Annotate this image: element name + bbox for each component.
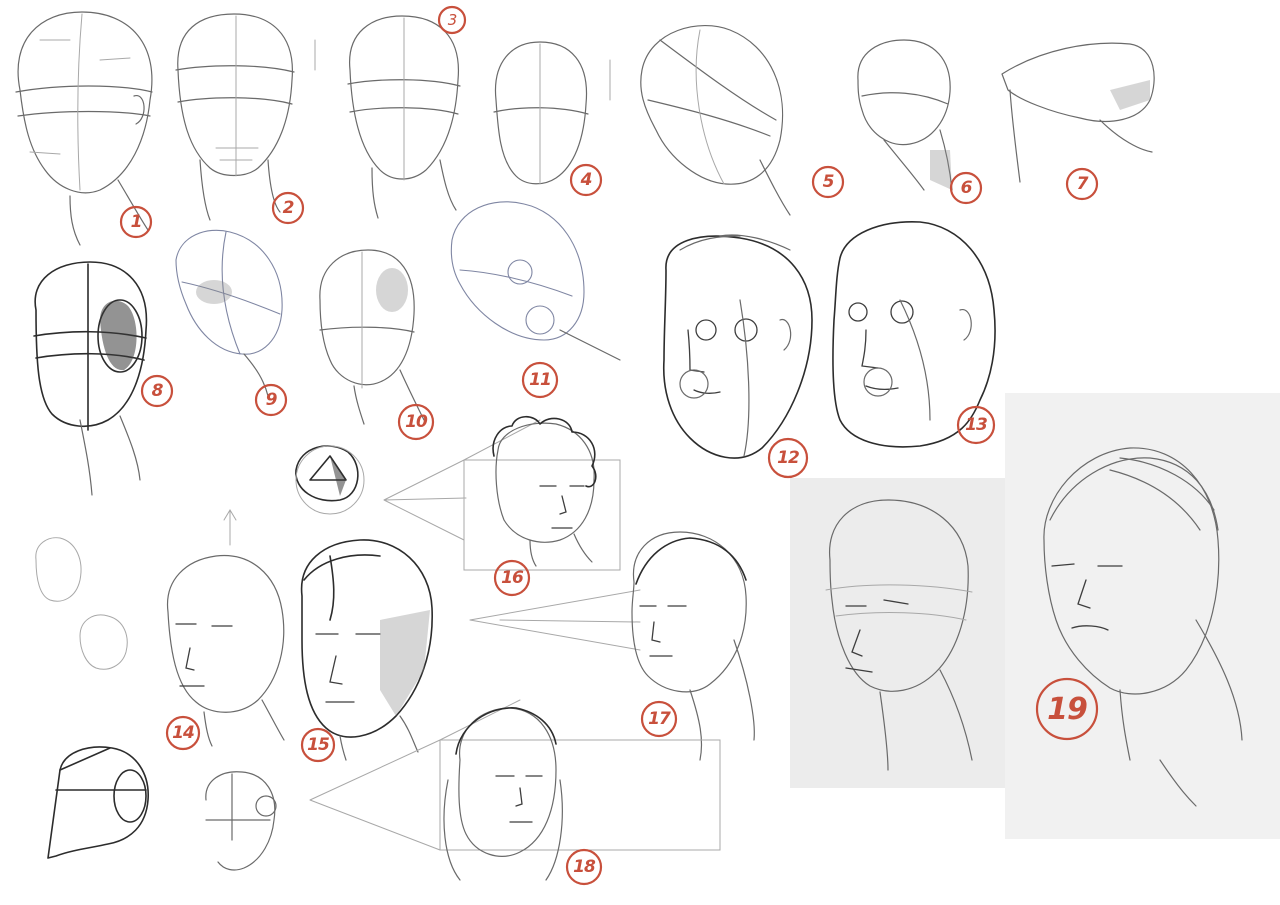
- badge-16: 16: [501, 568, 524, 588]
- badge-1: 1: [130, 212, 143, 232]
- badge-5: 5: [822, 172, 835, 192]
- sketch-head-10: [319, 249, 425, 425]
- sketch-head-11: [450, 201, 621, 361]
- sketch-head-6: [857, 39, 953, 191]
- sketch-head-3: [314, 15, 461, 219]
- badge-18: 18: [573, 857, 596, 877]
- sketch-head-photo-left: [825, 499, 973, 771]
- badge-11: 11: [529, 370, 552, 390]
- badge-6: 6: [960, 178, 973, 198]
- badge-15: 15: [307, 735, 330, 755]
- sketch-head-9: [175, 229, 283, 397]
- sketch-head-19: [1043, 447, 1243, 807]
- badge-9: 9: [265, 390, 278, 410]
- sketch-head-7: [1001, 42, 1155, 183]
- badge-19: 19: [1047, 691, 1088, 727]
- badge-rings: [119, 5, 1099, 886]
- sketch-sphere-study: [295, 445, 365, 515]
- sketch-block-heads: [47, 746, 277, 871]
- sketch-head-12: [662, 234, 813, 459]
- badge-12: 12: [777, 448, 800, 468]
- badge-14: 14: [172, 723, 195, 743]
- badge-2: 2: [282, 198, 295, 218]
- sketch-sheet: 1 2 3 4 5 6 7 8 9 10 11 12 13 14 15 16 1…: [0, 0, 1280, 905]
- sketch-head-5: [640, 24, 791, 216]
- sketch-faint-studies: [35, 537, 128, 670]
- badge-8: 8: [151, 381, 164, 401]
- badge-3: 3: [447, 11, 458, 29]
- sketch-head-8: [33, 261, 148, 496]
- badge-17: 17: [648, 709, 671, 729]
- sketch-head-14: [166, 509, 285, 747]
- badge-4: 4: [580, 170, 593, 190]
- badge-10: 10: [405, 412, 428, 432]
- badge-13: 13: [965, 415, 988, 435]
- badge-7: 7: [1076, 174, 1089, 194]
- sketches-canvas: [15, 5, 1243, 886]
